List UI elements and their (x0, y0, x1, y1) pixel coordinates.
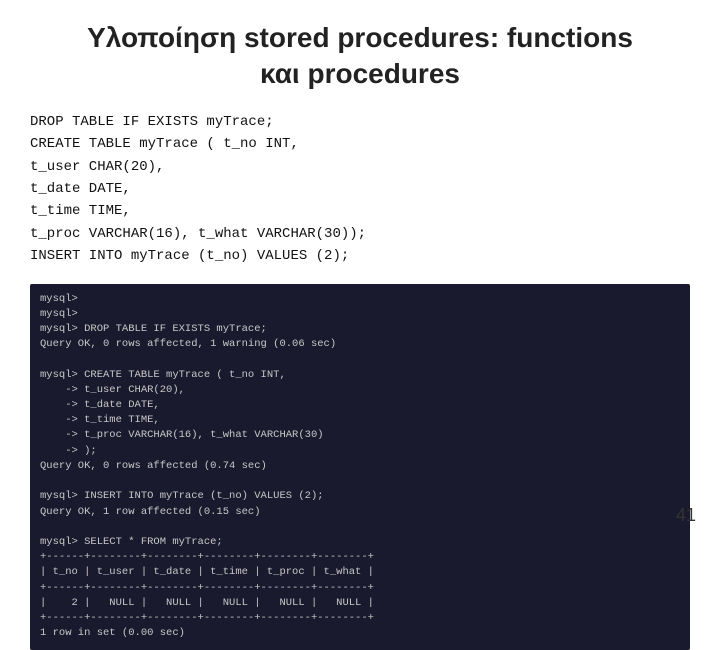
title-line2: και procedures (260, 58, 460, 89)
code-block: DROP TABLE IF EXISTS myTrace; CREATE TAB… (30, 111, 690, 268)
terminal-block: mysql> mysql> mysql> DROP TABLE IF EXIST… (30, 284, 690, 650)
slide-container: Υλοποίηση stored procedures: functions κ… (0, 0, 720, 540)
code-line-1: DROP TABLE IF EXISTS myTrace; CREATE TAB… (30, 114, 366, 264)
title-line1: Υλοποίηση stored procedures: functions (87, 22, 633, 53)
page-number: 41 (676, 505, 696, 526)
terminal-content: mysql> mysql> mysql> DROP TABLE IF EXIST… (40, 293, 374, 640)
slide-title: Υλοποίηση stored procedures: functions κ… (30, 20, 690, 93)
